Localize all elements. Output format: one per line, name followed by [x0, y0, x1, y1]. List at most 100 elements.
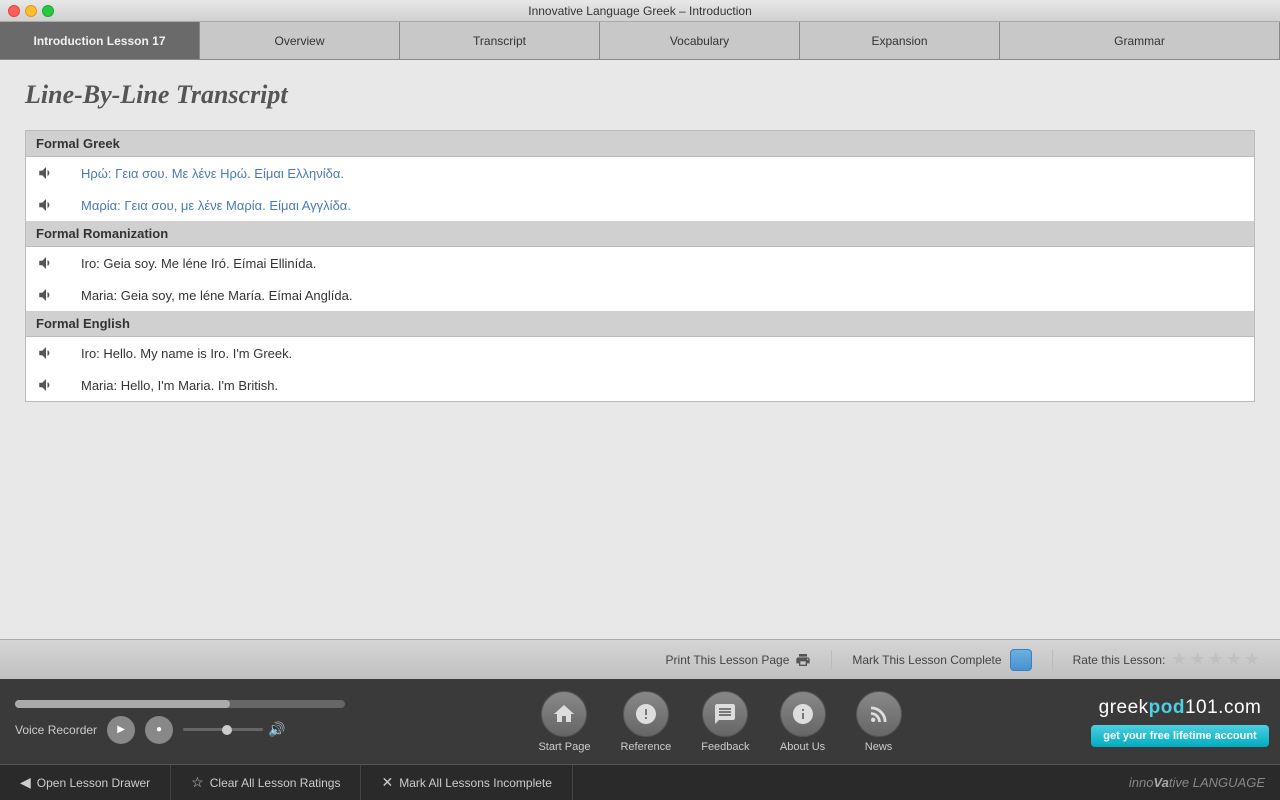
free-account-button[interactable]: get your free lifetime account	[1091, 725, 1268, 747]
nav-icons-section: Start Page Reference Feedback	[360, 691, 1080, 753]
table-row: Ηρώ: Γεια σου. Με λένε Ηρώ. Είμαι Ελληνί…	[26, 157, 1255, 190]
progress-fill	[15, 700, 230, 708]
tab-transcript[interactable]: Transcript	[400, 22, 600, 59]
about-us-label: About Us	[780, 741, 825, 753]
mark-complete-label: Mark This Lesson Complete	[852, 653, 1001, 667]
nav-news[interactable]: News	[856, 691, 902, 753]
about-us-icon-circle	[780, 691, 826, 737]
audio-icon-2[interactable]	[36, 195, 56, 215]
volume-slider[interactable]: 🔊	[183, 721, 345, 738]
x-icon: ✕	[381, 774, 393, 791]
section-header-english: Formal English	[26, 311, 1255, 337]
brand-name: greekpod101.com	[1099, 697, 1262, 719]
reference-label: Reference	[620, 741, 671, 753]
bottom-bar: Print This Lesson Page Mark This Lesson …	[0, 639, 1280, 679]
close-button[interactable]	[8, 5, 20, 17]
news-icon	[867, 702, 891, 726]
transcript-table: Formal Greek Ηρώ: Γεια σου. Με λένε Ηρώ.…	[25, 130, 1255, 402]
nav-reference[interactable]: Reference	[620, 691, 671, 753]
star-4[interactable]: ★	[1226, 649, 1242, 670]
star-icon: ☆	[191, 774, 204, 791]
audio-icon-5[interactable]	[36, 343, 56, 363]
action-bar: ◀ Open Lesson Drawer ☆ Clear All Lesson …	[0, 764, 1280, 800]
audio-icon-1[interactable]	[36, 163, 56, 183]
mark-incomplete-label: Mark All Lessons Incomplete	[399, 776, 552, 790]
main-window: Introduction Lesson 17 Overview Transcri…	[0, 22, 1280, 800]
printer-icon	[795, 652, 811, 668]
open-lesson-drawer-button[interactable]: ◀ Open Lesson Drawer	[0, 765, 171, 800]
record-button[interactable]: ●	[145, 716, 173, 744]
window-title: Innovative Language Greek – Introduction	[528, 4, 752, 18]
tab-grammar[interactable]: Grammar	[1000, 22, 1280, 59]
content-area: Line-By-Line Transcript Formal Greek Ηρώ…	[0, 60, 1280, 639]
minimize-button[interactable]	[25, 5, 37, 17]
roman-line-2: Maria: Geia soy, me léne María. Eímai An…	[81, 288, 352, 303]
page-title: Line-By-Line Transcript	[25, 80, 1255, 110]
branding-section: greekpod101.com get your free lifetime a…	[1080, 697, 1280, 747]
brand-accent: pod	[1149, 697, 1185, 718]
star-rating[interactable]: ★ ★ ★ ★ ★	[1171, 649, 1260, 670]
roman-line-1: Iro: Geia soy. Me léne Iró. Eímai Elliní…	[81, 256, 316, 271]
rate-lesson: Rate this Lesson: ★ ★ ★ ★ ★	[1073, 649, 1260, 670]
section-header-romanization: Formal Romanization	[26, 221, 1255, 247]
news-icon-circle	[856, 691, 902, 737]
voice-recorder-controls: Voice Recorder ▶ ● 🔊	[15, 716, 345, 744]
open-drawer-label: Open Lesson Drawer	[37, 776, 150, 790]
tab-overview[interactable]: Overview	[200, 22, 400, 59]
progress-bar[interactable]	[15, 700, 345, 708]
voice-recorder-section: Voice Recorder ▶ ● 🔊	[0, 700, 360, 744]
chevron-left-icon: ◀	[20, 774, 31, 791]
table-row: Μαρία: Γεια σου, με λένε Μαρία. Είμαι Αγ…	[26, 189, 1255, 221]
innovative-footer: innoVative LANGUAGE	[1114, 775, 1280, 790]
section-header-greek: Formal Greek	[26, 131, 1255, 157]
about-icon	[791, 702, 815, 726]
greek-line-2: Μαρία: Γεια σου, με λένε Μαρία. Είμαι Αγ…	[81, 198, 351, 213]
volume-icon: 🔊	[268, 721, 285, 738]
greek-line-1: Ηρώ: Γεια σου. Με λένε Ηρώ. Είμαι Ελληνί…	[81, 166, 344, 181]
feedback-icon	[713, 702, 737, 726]
tabs-bar: Introduction Lesson 17 Overview Transcri…	[0, 22, 1280, 60]
start-page-label: Start Page	[538, 741, 590, 753]
print-label: Print This Lesson Page	[666, 653, 790, 667]
star-5[interactable]: ★	[1244, 649, 1260, 670]
audio-icon-6[interactable]	[36, 375, 56, 395]
voice-recorder-label: Voice Recorder	[15, 723, 97, 737]
table-row: Iro: Geia soy. Me léne Iró. Eímai Elliní…	[26, 247, 1255, 280]
star-3[interactable]: ★	[1208, 649, 1224, 670]
mark-incomplete-button[interactable]: ✕ Mark All Lessons Incomplete	[361, 765, 572, 800]
audio-icon-4[interactable]	[36, 285, 56, 305]
table-row: Iro: Hello. My name is Iro. I'm Greek.	[26, 337, 1255, 370]
complete-checkbox[interactable]	[1010, 649, 1032, 671]
feedback-icon-circle	[702, 691, 748, 737]
title-bar: Innovative Language Greek – Introduction	[0, 0, 1280, 22]
rate-label: Rate this Lesson:	[1073, 653, 1166, 667]
tab-expansion[interactable]: Expansion	[800, 22, 1000, 59]
play-button[interactable]: ▶	[107, 716, 135, 744]
tab-lesson[interactable]: Introduction Lesson 17	[0, 22, 200, 59]
reference-icon	[634, 702, 658, 726]
feedback-label: Feedback	[701, 741, 749, 753]
print-lesson-button[interactable]: Print This Lesson Page	[666, 652, 812, 668]
nav-feedback[interactable]: Feedback	[701, 691, 749, 753]
english-line-1: Iro: Hello. My name is Iro. I'm Greek.	[81, 346, 292, 361]
brand-va: Va	[1153, 775, 1168, 790]
table-row: Maria: Hello, I'm Maria. I'm British.	[26, 369, 1255, 402]
audio-icon-3[interactable]	[36, 253, 56, 273]
maximize-button[interactable]	[42, 5, 54, 17]
home-icon	[552, 702, 576, 726]
star-1[interactable]: ★	[1171, 649, 1187, 670]
english-line-2: Maria: Hello, I'm Maria. I'm British.	[81, 378, 278, 393]
nav-about-us[interactable]: About Us	[780, 691, 826, 753]
mark-complete-button[interactable]: Mark This Lesson Complete	[852, 649, 1031, 671]
tab-vocabulary[interactable]: Vocabulary	[600, 22, 800, 59]
star-2[interactable]: ★	[1189, 649, 1205, 670]
player-footer: Voice Recorder ▶ ● 🔊 Start Pa	[0, 679, 1280, 764]
clear-ratings-label: Clear All Lesson Ratings	[210, 776, 341, 790]
start-page-icon-circle	[541, 691, 587, 737]
table-row: Maria: Geia soy, me léne María. Eímai An…	[26, 279, 1255, 311]
slider-track	[183, 728, 263, 731]
slider-thumb	[222, 725, 232, 735]
clear-ratings-button[interactable]: ☆ Clear All Lesson Ratings	[171, 765, 361, 800]
news-label: News	[865, 741, 893, 753]
nav-start-page[interactable]: Start Page	[538, 691, 590, 753]
